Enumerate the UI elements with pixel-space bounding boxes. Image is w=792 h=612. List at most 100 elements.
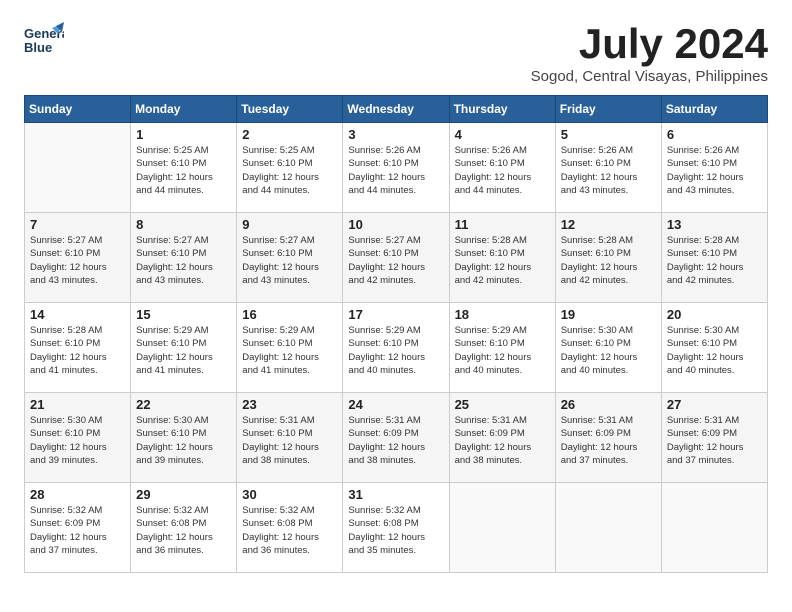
calendar-day-cell: 30Sunrise: 5:32 AM Sunset: 6:08 PM Dayli… — [237, 483, 343, 573]
calendar-day-cell: 28Sunrise: 5:32 AM Sunset: 6:09 PM Dayli… — [25, 483, 131, 573]
location: Sogod, Central Visayas, Philippines — [531, 68, 768, 85]
day-number: 16 — [242, 307, 337, 322]
calendar-day-cell: 17 Sunrise: 5:29 AM Sunset: 6:10 PM Dayli… — [343, 303, 449, 393]
day-number: 19 — [561, 307, 656, 322]
day-info: Sunrise: 5:30 AM Sunset: 6:10 PM Dayligh… — [30, 414, 125, 467]
calendar-day-cell: 11 Sunrise: 5:28 AM Sunset: 6:10 PM Dayli… — [449, 213, 555, 303]
day-info: Sunrise: 5:26 AM Sunset: 6:10 PM Dayligh… — [561, 144, 656, 197]
calendar-day-cell: 26 Sunrise: 5:31 AM Sunset: 6:09 PM Dayli… — [555, 393, 661, 483]
calendar-day-cell: 2Sunrise: 5:25 AM Sunset: 6:10 PM Daylig… — [237, 123, 343, 213]
day-number: 17 — [348, 307, 443, 322]
calendar-day-header: Tuesday — [237, 96, 343, 123]
calendar-day-cell — [661, 483, 767, 573]
title-area: July 2024 Sogod, Central Visayas, Philip… — [531, 20, 768, 85]
calendar-day-header: Monday — [131, 96, 237, 123]
day-info: Sunrise: 5:28 AM Sunset: 6:10 PM Dayligh… — [30, 324, 125, 377]
day-number: 15 — [136, 307, 231, 322]
day-info: Sunrise: 5:25 AM Sunset: 6:10 PM Dayligh… — [136, 144, 231, 197]
calendar-day-cell: 9Sunrise: 5:27 AM Sunset: 6:10 PM Daylig… — [237, 213, 343, 303]
day-info: Sunrise: 5:32 AM Sunset: 6:08 PM Dayligh… — [348, 504, 443, 557]
day-info: Sunrise: 5:26 AM Sunset: 6:10 PM Dayligh… — [455, 144, 550, 197]
calendar-week-row: 28Sunrise: 5:32 AM Sunset: 6:09 PM Dayli… — [25, 483, 768, 573]
day-number: 4 — [455, 127, 550, 142]
calendar-week-row: 14Sunrise: 5:28 AM Sunset: 6:10 PM Dayli… — [25, 303, 768, 393]
day-number: 26 — [561, 397, 656, 412]
calendar-day-header: Friday — [555, 96, 661, 123]
calendar-day-header: Thursday — [449, 96, 555, 123]
calendar-day-cell: 8 Sunrise: 5:27 AM Sunset: 6:10 PM Daylig… — [131, 213, 237, 303]
calendar-day-cell: 21 Sunrise: 5:30 AM Sunset: 6:10 PM Dayli… — [25, 393, 131, 483]
calendar-week-row: 21 Sunrise: 5:30 AM Sunset: 6:10 PM Dayli… — [25, 393, 768, 483]
calendar-day-cell: 29 Sunrise: 5:32 AM Sunset: 6:08 PM Dayli… — [131, 483, 237, 573]
day-info: Sunrise: 5:31 AM Sunset: 6:10 PM Dayligh… — [242, 414, 337, 467]
day-info: Sunrise: 5:28 AM Sunset: 6:10 PM Dayligh… — [455, 234, 550, 287]
svg-text:Blue: Blue — [24, 40, 52, 55]
calendar-day-cell: 20Sunrise: 5:30 AM Sunset: 6:10 PM Dayli… — [661, 303, 767, 393]
day-number: 12 — [561, 217, 656, 232]
calendar-day-cell: 14Sunrise: 5:28 AM Sunset: 6:10 PM Dayli… — [25, 303, 131, 393]
calendar-day-cell: 18Sunrise: 5:29 AM Sunset: 6:10 PM Dayli… — [449, 303, 555, 393]
day-number: 6 — [667, 127, 762, 142]
day-info: Sunrise: 5:27 AM Sunset: 6:10 PM Dayligh… — [348, 234, 443, 287]
day-info: Sunrise: 5:28 AM Sunset: 6:10 PM Dayligh… — [561, 234, 656, 287]
calendar-day-cell: 19 Sunrise: 5:30 AM Sunset: 6:10 PM Dayli… — [555, 303, 661, 393]
day-info: Sunrise: 5:29 AM Sunset: 6:10 PM Dayligh… — [136, 324, 231, 377]
day-info: Sunrise: 5:32 AM Sunset: 6:08 PM Dayligh… — [136, 504, 231, 557]
day-number: 1 — [136, 127, 231, 142]
day-number: 29 — [136, 487, 231, 502]
day-number: 11 — [455, 217, 550, 232]
calendar-day-cell — [25, 123, 131, 213]
day-number: 5 — [561, 127, 656, 142]
calendar-day-cell: 3 Sunrise: 5:26 AM Sunset: 6:10 PM Daylig… — [343, 123, 449, 213]
day-number: 25 — [455, 397, 550, 412]
calendar-day-header: Sunday — [25, 96, 131, 123]
calendar-body: 1 Sunrise: 5:25 AM Sunset: 6:10 PM Daylig… — [25, 123, 768, 573]
calendar-day-cell: 15 Sunrise: 5:29 AM Sunset: 6:10 PM Dayli… — [131, 303, 237, 393]
day-info: Sunrise: 5:29 AM Sunset: 6:10 PM Dayligh… — [242, 324, 337, 377]
day-info: Sunrise: 5:27 AM Sunset: 6:10 PM Dayligh… — [242, 234, 337, 287]
day-info: Sunrise: 5:27 AM Sunset: 6:10 PM Dayligh… — [136, 234, 231, 287]
day-info: Sunrise: 5:30 AM Sunset: 6:10 PM Dayligh… — [136, 414, 231, 467]
day-number: 10 — [348, 217, 443, 232]
day-number: 23 — [242, 397, 337, 412]
day-info: Sunrise: 5:31 AM Sunset: 6:09 PM Dayligh… — [348, 414, 443, 467]
calendar-day-cell: 13 Sunrise: 5:28 AM Sunset: 6:10 PM Dayli… — [661, 213, 767, 303]
day-number: 8 — [136, 217, 231, 232]
day-number: 20 — [667, 307, 762, 322]
day-info: Sunrise: 5:31 AM Sunset: 6:09 PM Dayligh… — [667, 414, 762, 467]
day-number: 24 — [348, 397, 443, 412]
calendar-day-cell: 27 Sunrise: 5:31 AM Sunset: 6:09 PM Dayli… — [661, 393, 767, 483]
calendar-day-cell — [449, 483, 555, 573]
calendar-table: SundayMondayTuesdayWednesdayThursdayFrid… — [24, 95, 768, 573]
logo: General Blue — [24, 20, 64, 60]
calendar-day-cell: 25 Sunrise: 5:31 AM Sunset: 6:09 PM Dayli… — [449, 393, 555, 483]
day-info: Sunrise: 5:31 AM Sunset: 6:09 PM Dayligh… — [561, 414, 656, 467]
calendar-day-cell: 31Sunrise: 5:32 AM Sunset: 6:08 PM Dayli… — [343, 483, 449, 573]
calendar-day-cell: 23 Sunrise: 5:31 AM Sunset: 6:10 PM Dayli… — [237, 393, 343, 483]
calendar-day-cell: 24 Sunrise: 5:31 AM Sunset: 6:09 PM Dayli… — [343, 393, 449, 483]
day-number: 30 — [242, 487, 337, 502]
calendar-day-header: Wednesday — [343, 96, 449, 123]
day-info: Sunrise: 5:28 AM Sunset: 6:10 PM Dayligh… — [667, 234, 762, 287]
day-number: 22 — [136, 397, 231, 412]
calendar-header-row: SundayMondayTuesdayWednesdayThursdayFrid… — [25, 96, 768, 123]
day-number: 13 — [667, 217, 762, 232]
day-number: 7 — [30, 217, 125, 232]
day-info: Sunrise: 5:31 AM Sunset: 6:09 PM Dayligh… — [455, 414, 550, 467]
day-info: Sunrise: 5:26 AM Sunset: 6:10 PM Dayligh… — [348, 144, 443, 197]
calendar-day-cell: 7Sunrise: 5:27 AM Sunset: 6:10 PM Daylig… — [25, 213, 131, 303]
calendar-day-cell: 12 Sunrise: 5:28 AM Sunset: 6:10 PM Dayli… — [555, 213, 661, 303]
calendar-day-cell: 22 Sunrise: 5:30 AM Sunset: 6:10 PM Dayli… — [131, 393, 237, 483]
day-info: Sunrise: 5:25 AM Sunset: 6:10 PM Dayligh… — [242, 144, 337, 197]
day-info: Sunrise: 5:30 AM Sunset: 6:10 PM Dayligh… — [561, 324, 656, 377]
calendar-day-cell: 10 Sunrise: 5:27 AM Sunset: 6:10 PM Dayli… — [343, 213, 449, 303]
day-info: Sunrise: 5:29 AM Sunset: 6:10 PM Dayligh… — [455, 324, 550, 377]
calendar-day-cell: 6Sunrise: 5:26 AM Sunset: 6:10 PM Daylig… — [661, 123, 767, 213]
calendar-day-cell: 5 Sunrise: 5:26 AM Sunset: 6:10 PM Daylig… — [555, 123, 661, 213]
day-info: Sunrise: 5:29 AM Sunset: 6:10 PM Dayligh… — [348, 324, 443, 377]
day-number: 3 — [348, 127, 443, 142]
day-number: 27 — [667, 397, 762, 412]
calendar-day-cell: 1 Sunrise: 5:25 AM Sunset: 6:10 PM Daylig… — [131, 123, 237, 213]
day-number: 21 — [30, 397, 125, 412]
calendar-day-header: Saturday — [661, 96, 767, 123]
